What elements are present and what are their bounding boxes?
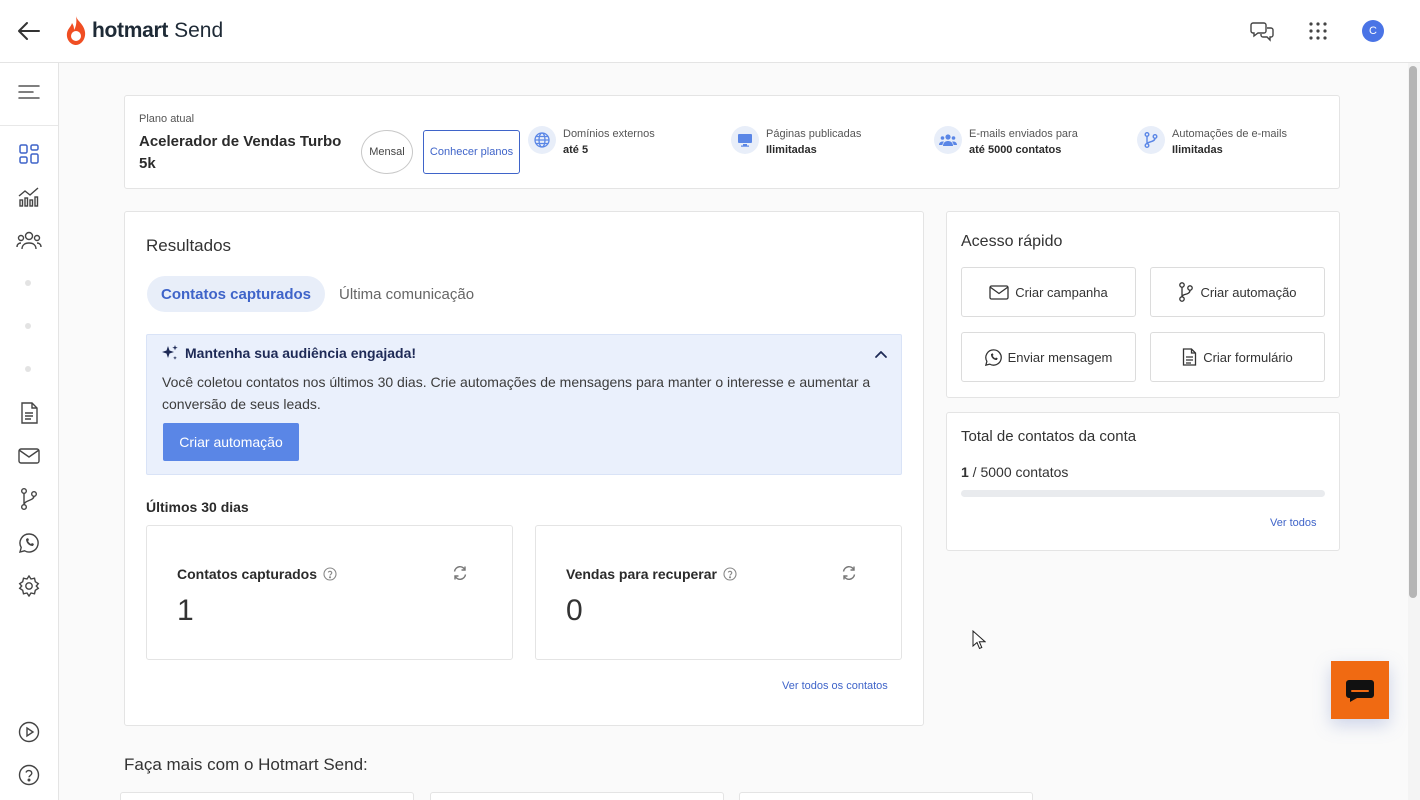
metric-label-text: Vendas para recuperar bbox=[566, 566, 717, 582]
feature-title: Automações de e-mails bbox=[1172, 128, 1287, 140]
quick-access-title: Acesso rápido bbox=[961, 233, 1063, 250]
more-section-title: Faça mais com o Hotmart Send: bbox=[124, 755, 368, 774]
chat-bubbles-icon[interactable] bbox=[1249, 18, 1275, 44]
button-label: Criar automação bbox=[1200, 284, 1297, 300]
brand-name: hotmart bbox=[92, 19, 169, 42]
total-contacts-title: Total de contatos da conta bbox=[961, 428, 1137, 445]
see-all-link[interactable]: Ver todos bbox=[1270, 517, 1316, 529]
metric-sales-to-recover: Vendas para recuperar 0 bbox=[535, 525, 902, 660]
sidebar-dot bbox=[25, 323, 31, 329]
button-label: Enviar mensagem bbox=[1007, 349, 1113, 365]
sidebar bbox=[0, 63, 59, 800]
feature-title: Páginas publicadas bbox=[766, 128, 862, 140]
metric-label: Vendas para recuperar bbox=[566, 566, 737, 582]
feature-value: Ilimitadas bbox=[1172, 144, 1223, 156]
help-circle-icon[interactable] bbox=[323, 567, 337, 581]
current-plan-card: Plano atual Acelerador de Vendas Turbo 5… bbox=[124, 95, 1340, 189]
contacts-icon[interactable] bbox=[14, 225, 44, 255]
feature-value: até 5000 contatos bbox=[969, 144, 1062, 156]
send-message-button[interactable]: Enviar mensagem bbox=[961, 332, 1136, 382]
analytics-icon[interactable] bbox=[14, 182, 44, 212]
plan-label: Plano atual bbox=[139, 113, 195, 125]
flame-icon bbox=[66, 16, 86, 45]
metric-label: Contatos capturados bbox=[177, 566, 337, 582]
create-automation-quick-button[interactable]: Criar automação bbox=[1150, 267, 1325, 317]
product-name: Send bbox=[174, 19, 224, 42]
mouse-cursor-icon bbox=[972, 630, 986, 650]
sidebar-dot bbox=[25, 366, 31, 372]
tab-last-communication[interactable]: Última comunicação bbox=[325, 276, 488, 312]
contacts-limit: / 5000 contatos bbox=[968, 464, 1069, 480]
feature-title: E-mails enviados para bbox=[969, 128, 1078, 140]
top-bar: hotmart Send C bbox=[0, 0, 1420, 63]
menu-icon[interactable] bbox=[14, 77, 44, 107]
button-label: Criar campanha bbox=[1015, 284, 1108, 300]
tab-captured-contacts[interactable]: Contatos capturados bbox=[147, 276, 326, 312]
monitor-icon bbox=[731, 126, 759, 154]
feature-value: até 5 bbox=[563, 144, 589, 156]
contacts-count: 1 / 5000 contatos bbox=[961, 464, 1068, 480]
see-plans-button[interactable]: Conhecer planos bbox=[423, 130, 520, 174]
feature-value: Ilimitadas bbox=[766, 144, 817, 156]
dashboard-icon[interactable] bbox=[14, 139, 44, 169]
help-circle-icon[interactable] bbox=[723, 567, 737, 581]
feature-card[interactable] bbox=[430, 792, 724, 800]
engagement-banner: Mantenha sua audiência engajada! Você co… bbox=[146, 334, 902, 475]
sidebar-dot bbox=[25, 280, 31, 286]
results-card: Resultados Contatos capturados Última co… bbox=[124, 211, 924, 726]
feature-title: Domínios externos bbox=[563, 128, 655, 140]
globe-icon bbox=[528, 126, 556, 154]
create-form-button[interactable]: Criar formulário bbox=[1150, 332, 1325, 382]
banner-text: Você coletou contatos nos últimos 30 dia… bbox=[162, 374, 871, 412]
feature-card[interactable] bbox=[739, 792, 1033, 800]
branch-icon bbox=[1137, 126, 1165, 154]
metric-value: 0 bbox=[566, 594, 583, 627]
results-title: Resultados bbox=[146, 236, 232, 255]
sparkle-icon bbox=[162, 345, 178, 360]
chat-icon bbox=[1346, 680, 1374, 702]
automation-icon[interactable] bbox=[14, 484, 44, 514]
settings-icon[interactable] bbox=[14, 571, 44, 601]
plan-name: Acelerador de Vendas Turbo 5k bbox=[139, 133, 342, 172]
support-chat-button[interactable] bbox=[1331, 661, 1389, 719]
branch-icon bbox=[1179, 282, 1194, 302]
chevron-up-icon[interactable] bbox=[872, 345, 890, 363]
metric-captured-contacts: Contatos capturados 1 bbox=[146, 525, 513, 660]
refresh-icon[interactable] bbox=[841, 565, 857, 581]
button-label: Criar formulário bbox=[1203, 349, 1293, 365]
play-icon[interactable] bbox=[14, 717, 44, 747]
quick-access-card: Acesso rápido Criar campanha Criar autom… bbox=[946, 211, 1340, 398]
sidebar-divider bbox=[0, 125, 58, 126]
whatsapp-icon bbox=[984, 348, 1002, 366]
scrollbar-thumb[interactable] bbox=[1409, 66, 1417, 598]
email-icon[interactable] bbox=[14, 441, 44, 471]
billing-badge: Mensal bbox=[361, 130, 413, 174]
refresh-icon[interactable] bbox=[452, 565, 468, 581]
help-icon[interactable] bbox=[14, 760, 44, 790]
hotmart-logo[interactable]: hotmart Send bbox=[64, 14, 223, 48]
create-automation-button[interactable]: Criar automação bbox=[163, 423, 299, 461]
feature-card[interactable] bbox=[120, 792, 414, 800]
create-campaign-button[interactable]: Criar campanha bbox=[961, 267, 1136, 317]
metric-label-text: Contatos capturados bbox=[177, 566, 318, 582]
total-contacts-card: Total de contatos da conta 1 / 5000 cont… bbox=[946, 412, 1340, 551]
see-all-contacts-link[interactable]: Ver todos os contatos bbox=[782, 680, 888, 692]
contacts-current: 1 bbox=[961, 464, 969, 480]
pages-icon[interactable] bbox=[14, 398, 44, 428]
form-icon bbox=[1183, 348, 1197, 366]
metric-value: 1 bbox=[177, 594, 194, 627]
people-icon bbox=[934, 126, 962, 154]
period-label: Últimos 30 dias bbox=[146, 499, 249, 515]
mail-icon bbox=[989, 284, 1009, 300]
apps-grid-icon[interactable] bbox=[1305, 18, 1331, 44]
user-avatar[interactable]: C bbox=[1362, 20, 1384, 42]
banner-title: Mantenha sua audiência engajada! bbox=[185, 345, 417, 361]
back-arrow-icon[interactable] bbox=[14, 16, 44, 46]
whatsapp-icon[interactable] bbox=[14, 528, 44, 558]
contacts-progress-bar bbox=[961, 490, 1325, 497]
